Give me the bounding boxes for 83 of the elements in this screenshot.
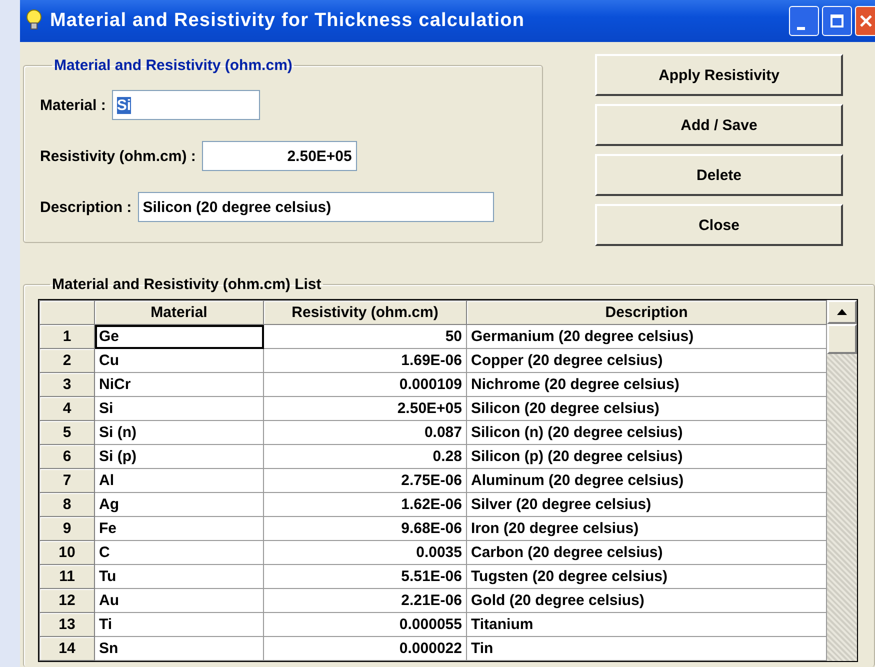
group-title: Material and Resistivity (ohm.cm) List xyxy=(51,276,322,293)
table-cell: Sn xyxy=(94,636,264,660)
table-cell: 1.69E-06 xyxy=(264,348,466,372)
row-header[interactable]: 12 xyxy=(40,588,94,612)
table-cell: 0.000022 xyxy=(264,636,466,660)
table-cell: Ag xyxy=(94,492,264,516)
input-field[interactable]: Si xyxy=(112,90,260,120)
table-cell: Titanium xyxy=(466,612,826,636)
table-cell: Si (n) xyxy=(94,420,264,444)
row-header[interactable]: 2 xyxy=(40,348,94,372)
table-cell: 2.75E-06 xyxy=(264,468,466,492)
table-cell: 5.51E-06 xyxy=(264,564,466,588)
push-button[interactable]: Delete xyxy=(595,154,843,196)
table-cell: 50 xyxy=(264,324,466,348)
table-cell: Au xyxy=(94,588,264,612)
field-label: Description : xyxy=(40,198,132,216)
scroll-up-button[interactable] xyxy=(827,300,857,324)
maximize-button[interactable] xyxy=(822,6,852,36)
scroll-thumb[interactable] xyxy=(827,324,857,354)
table-cell: 0.000055 xyxy=(264,612,466,636)
table-cell: Silicon (n) (20 degree celsius) xyxy=(466,420,826,444)
table-cell: Al xyxy=(94,468,264,492)
table-cell: 2.21E-06 xyxy=(264,588,466,612)
field-label: Resistivity (ohm.cm) : xyxy=(40,148,196,164)
row-header[interactable]: 7 xyxy=(40,468,94,492)
table-cell: 1.62E-06 xyxy=(264,492,466,516)
table-cell: Cu xyxy=(94,348,264,372)
maximize-icon xyxy=(830,14,844,28)
input-field[interactable]: 2.50E+05 xyxy=(202,141,357,171)
table-cell: Ti xyxy=(94,612,264,636)
push-button[interactable]: Apply Resistivity xyxy=(595,54,843,96)
table-cell: Tu xyxy=(94,564,264,588)
row-header[interactable]: 4 xyxy=(40,396,94,420)
table-cell: 2.50E+05 xyxy=(264,396,466,420)
table-cell: NiCr xyxy=(94,372,264,396)
table-cell: Tugsten (20 degree celsius) xyxy=(466,564,826,588)
row-header[interactable]: 3 xyxy=(40,372,94,396)
group-title: Material and Resistivity (ohm.cm) xyxy=(53,57,294,74)
table-cell: Copper (20 degree celsius) xyxy=(466,348,826,372)
table-cell: Ge xyxy=(94,324,264,348)
row-header[interactable]: 10 xyxy=(40,540,94,564)
row-header[interactable]: 14 xyxy=(40,636,94,660)
table-cell: C xyxy=(94,540,264,564)
input-field[interactable]: Silicon (20 degree celsius) xyxy=(138,192,494,222)
table-cell: 0.000109 xyxy=(264,372,466,396)
table-cell: Silicon (20 degree celsius) xyxy=(466,396,826,420)
table-cell: 9.68E-06 xyxy=(264,516,466,540)
row-header[interactable]: 8 xyxy=(40,492,94,516)
table-cell: Aluminum (20 degree celsius) xyxy=(466,468,826,492)
scrollbar[interactable] xyxy=(827,300,857,661)
table-cell: 0.28 xyxy=(264,444,466,468)
table-cell: Gold (20 degree celsius) xyxy=(466,588,826,612)
table-cell: Iron (20 degree celsius) xyxy=(466,516,826,540)
table-cell: Tin xyxy=(466,636,826,660)
row-header[interactable]: 1 xyxy=(40,324,94,348)
table-cell: Carbon (20 degree celsius) xyxy=(466,540,826,564)
table-cell: Nichrome (20 degree celsius) xyxy=(466,372,826,396)
table-cell: Si xyxy=(94,396,264,420)
column-header[interactable]: Resistivity (ohm.cm) xyxy=(264,300,466,324)
table-cell: 0.0035 xyxy=(264,540,466,564)
column-header[interactable]: Material xyxy=(94,300,264,324)
table-cell: 0.087 xyxy=(264,420,466,444)
row-header[interactable]: 11 xyxy=(40,564,94,588)
close-button[interactable] xyxy=(855,6,875,36)
table-cell: Fe xyxy=(94,516,264,540)
column-header[interactable]: Description xyxy=(466,300,826,324)
table-cell: Silver (20 degree celsius) xyxy=(466,492,826,516)
up-arrow-icon xyxy=(837,309,847,315)
row-header[interactable]: 5 xyxy=(40,420,94,444)
window-title: Material and Resistivity for Thickness calculation xyxy=(50,10,526,32)
close-icon xyxy=(858,14,872,28)
field-label: Material : xyxy=(40,96,106,114)
minimize-button[interactable] xyxy=(789,6,819,36)
row-header[interactable]: 9 xyxy=(40,516,94,540)
table-cell: Silicon (p) (20 degree celsius) xyxy=(466,444,826,468)
table-cell: Germanium (20 degree celsius) xyxy=(466,324,826,348)
minimize-icon xyxy=(797,26,805,30)
corner-header xyxy=(40,300,94,324)
push-button[interactable]: Add / Save xyxy=(595,104,843,146)
push-button[interactable]: Close xyxy=(595,204,843,246)
row-header[interactable]: 13 xyxy=(40,612,94,636)
row-header[interactable]: 6 xyxy=(40,444,94,468)
table-cell: Si (p) xyxy=(94,444,264,468)
